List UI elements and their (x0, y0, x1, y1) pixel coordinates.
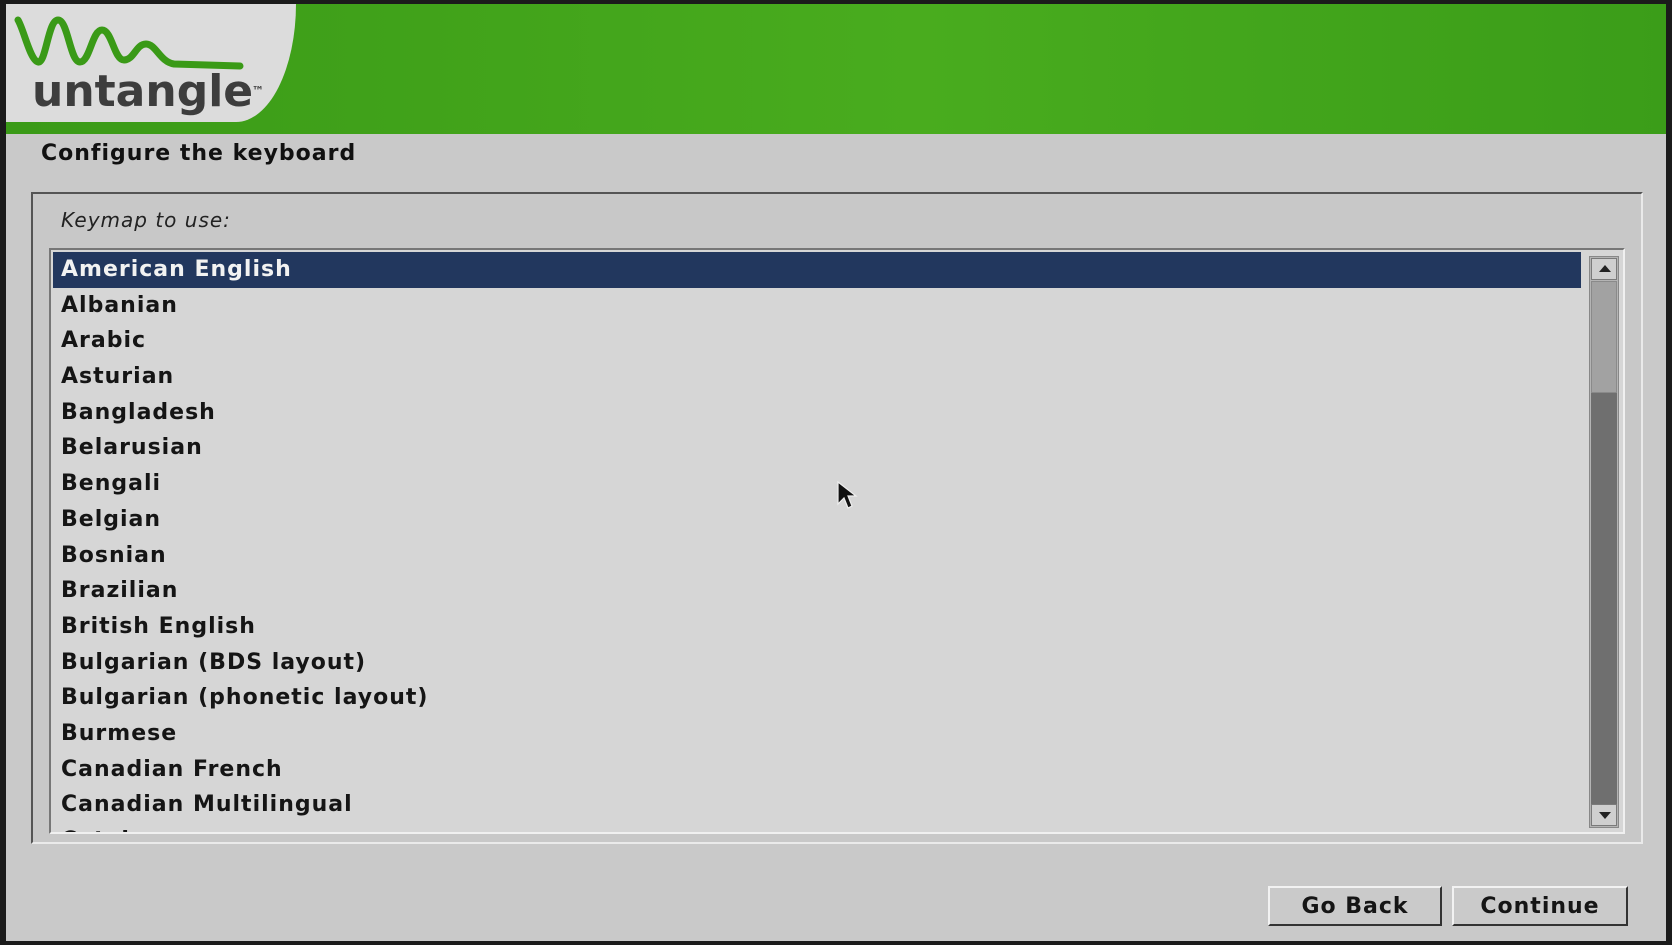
keymap-item[interactable]: Catalan (53, 823, 1581, 832)
keymap-item[interactable]: Brazilian (53, 573, 1581, 609)
keymap-item[interactable]: Canadian French (53, 752, 1581, 788)
keymap-item[interactable]: Albanian (53, 288, 1581, 324)
keymap-item-selected[interactable]: American English (53, 252, 1581, 288)
mouse-pointer-icon (837, 480, 858, 509)
keymap-item[interactable]: Bangladesh (53, 395, 1581, 431)
keymap-item[interactable]: Canadian Multilingual (53, 787, 1581, 823)
keymap-item[interactable]: Asturian (53, 359, 1581, 395)
keymap-item[interactable]: Bosnian (53, 538, 1581, 574)
header-banner: untangle ™ (6, 4, 1666, 134)
page-title: Configure the keyboard (41, 141, 357, 166)
keymap-item[interactable]: British English (53, 609, 1581, 645)
arrow-down-icon (1599, 812, 1611, 819)
keymap-scrollbar[interactable] (1589, 256, 1619, 828)
keymap-item[interactable]: Belarusian (53, 430, 1581, 466)
logo-wordmark: untangle (32, 66, 254, 117)
keymap-question-label: Keymap to use: (61, 208, 231, 232)
scroll-up-button[interactable] (1591, 258, 1617, 280)
keymap-item[interactable]: Burmese (53, 716, 1581, 752)
keymap-panel: Keymap to use: American English Albanian A… (31, 192, 1643, 844)
keymap-item[interactable]: Arabic (53, 323, 1581, 359)
continue-button[interactable]: Continue (1452, 886, 1628, 926)
scroll-track[interactable] (1591, 393, 1617, 805)
keymap-item[interactable]: Belgian (53, 502, 1581, 538)
installer-screen: untangle ™ Configure the keyboard Keymap… (6, 4, 1666, 941)
keymap-item[interactable]: Bulgarian (BDS layout) (53, 645, 1581, 681)
scroll-thumb[interactable] (1591, 281, 1617, 393)
keymap-item[interactable]: Bengali (53, 466, 1581, 502)
logo-trademark: ™ (252, 84, 264, 98)
arrow-up-icon (1599, 265, 1611, 272)
scroll-down-button[interactable] (1591, 804, 1617, 826)
keymap-list: American English Albanian Arabic Asturian Ba… (53, 252, 1581, 832)
keymap-listbox[interactable]: American English Albanian Arabic Asturian Ba… (49, 248, 1625, 834)
go-back-button[interactable]: Go Back (1268, 886, 1442, 926)
keymap-item[interactable]: Bulgarian (phonetic layout) (53, 680, 1581, 716)
logo: untangle ™ (6, 4, 296, 122)
